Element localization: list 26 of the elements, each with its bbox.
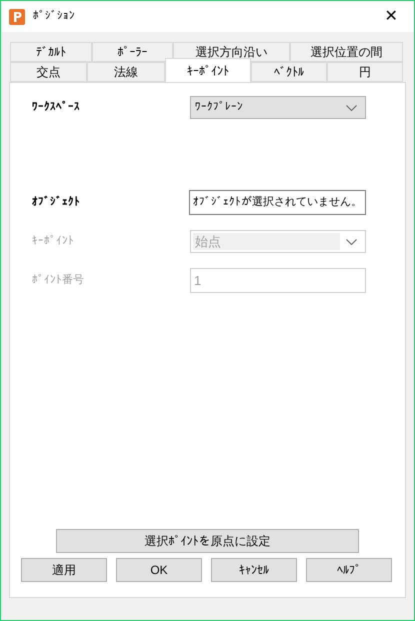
chevron-down-icon [346, 104, 357, 110]
field-label: ｵﾌﾞｼﾞｪｸﾄ [32, 194, 81, 210]
tab[interactable]: ﾎﾟｰﾗｰ [92, 42, 173, 62]
close-button[interactable]: ✕ [368, 1, 414, 32]
field-label: ｷｰﾎﾟｲﾝﾄ [32, 234, 75, 250]
dropdown-value: 始点 [193, 233, 340, 250]
tab[interactable]: 法線 [87, 62, 165, 82]
tab[interactable]: 選択位置の間 [290, 42, 403, 62]
tab[interactable]: ﾃﾞｶﾙﾄ [10, 42, 92, 62]
field-label: ﾎﾟｲﾝﾄ番号 [32, 272, 85, 288]
dialog-button[interactable]: ｷｬﾝｾﾙ [211, 558, 297, 582]
tab[interactable]: 円 [327, 62, 403, 82]
app-logo-icon [9, 8, 25, 24]
dropdown[interactable]: ﾜｰｸﾌﾟﾚｰﾝ [190, 96, 366, 119]
dialog-button[interactable]: OK [116, 558, 202, 582]
chevron-down-icon [346, 238, 357, 244]
dialog-button[interactable]: 適用 [21, 558, 107, 582]
tab[interactable]: 交点 [10, 62, 87, 82]
tab[interactable]: ﾍﾞｸﾄﾙ [251, 62, 327, 82]
text-field[interactable]: ｵﾌﾞｼﾞｪｸﾄが選択されていません。 [189, 190, 366, 215]
field-label: ﾜｰｸｽﾍﾟｰｽ [32, 100, 81, 116]
tab[interactable]: ｷｰﾎﾟｲﾝﾄ [165, 58, 251, 82]
dialog-button[interactable]: ﾍﾙﾌﾟ [306, 558, 392, 582]
dropdown-value: ﾜｰｸﾌﾟﾚｰﾝ [195, 100, 244, 116]
set-origin-button[interactable]: 選択ﾎﾟｲﾝﾄを原点に設定 [56, 529, 359, 553]
window-title: ﾎﾟｼﾞｼｮﾝ [33, 9, 75, 24]
